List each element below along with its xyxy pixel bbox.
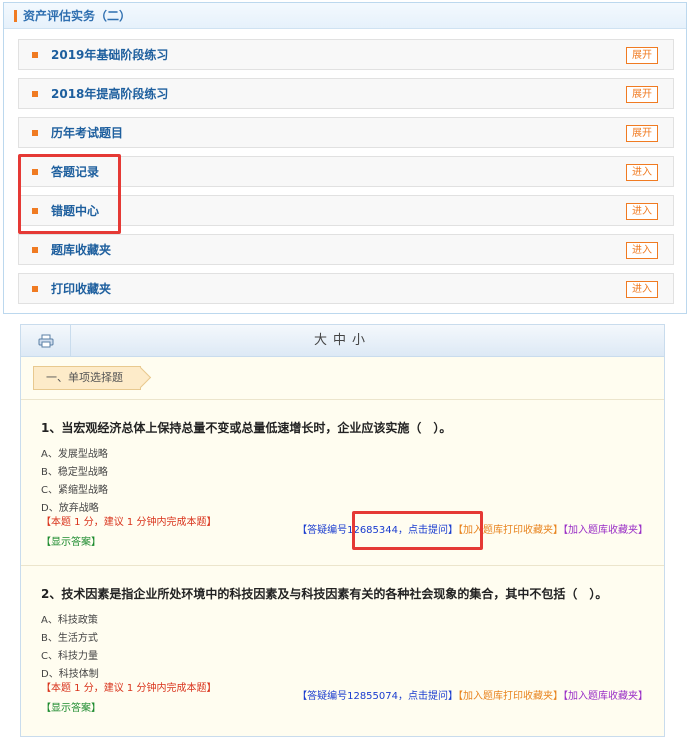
score-hint: 【本题 1 分，建议 1 分钟内完成本题】 xyxy=(41,683,217,694)
add-print-favorites-link[interactable]: 【加入题库打印收藏夹】 xyxy=(458,691,563,702)
divider xyxy=(21,399,664,400)
bullet-icon xyxy=(32,90,38,97)
add-favorites-link[interactable]: 【加入题库收藏夹】 xyxy=(563,691,648,702)
highlight-box xyxy=(352,511,483,550)
option-c: C、紧缩型战略 xyxy=(41,485,108,496)
print-button[interactable] xyxy=(21,325,71,356)
menu-row-label[interactable]: 题库收藏夹 xyxy=(51,241,111,258)
menu-row-basic-practice[interactable]: 2019年基础阶段练习 展开 xyxy=(18,39,674,70)
highlight-box xyxy=(18,154,121,234)
font-medium-button[interactable]: 中 xyxy=(333,333,352,348)
show-answer-link[interactable]: 【显示答案】 xyxy=(41,533,101,548)
menu-row-label[interactable]: 2018年提高阶段练习 xyxy=(51,85,168,102)
option-d: D、放弃战略 xyxy=(41,503,99,514)
header-accent-bar xyxy=(14,9,17,22)
option-b: B、生活方式 xyxy=(41,633,98,644)
menu-row-label[interactable]: 历年考试题目 xyxy=(51,124,123,141)
option-a: A、发展型战略 xyxy=(41,449,108,460)
expand-button[interactable]: 展开 xyxy=(626,86,658,103)
font-size-switcher: 大中小 xyxy=(21,325,664,356)
menu-row-past-exams[interactable]: 历年考试题目 展开 xyxy=(18,117,674,148)
menu-row-label[interactable]: 打印收藏夹 xyxy=(51,280,111,297)
menu-row-print-favorites[interactable]: 打印收藏夹 进入 xyxy=(18,273,674,304)
add-favorites-link[interactable]: 【加入题库收藏夹】 xyxy=(563,525,648,536)
menu-row-advanced-practice[interactable]: 2018年提高阶段练习 展开 xyxy=(18,78,674,109)
question-title: 1、当宏观经济总体上保持总量不变或总量低速增长时，企业应该实施（ ）。 xyxy=(41,421,452,435)
font-small-button[interactable]: 小 xyxy=(352,333,371,348)
course-panel: 资产评估实务（二） 2019年基础阶段练习 展开 2018年提高阶段练习 展开 … xyxy=(3,2,687,314)
option-d: D、科技体制 xyxy=(41,669,99,680)
section-tag: 一、单项选择题 xyxy=(33,366,141,390)
option-c: C、科技力量 xyxy=(41,651,98,662)
menu-row-label[interactable]: 2019年基础阶段练习 xyxy=(51,46,168,63)
bullet-icon xyxy=(32,129,38,136)
bullet-icon xyxy=(32,285,38,292)
menu-row-question-favorites[interactable]: 题库收藏夹 进入 xyxy=(18,234,674,265)
option-a: A、科技政策 xyxy=(41,615,98,626)
enter-button[interactable]: 进入 xyxy=(626,164,658,181)
bullet-icon xyxy=(32,246,38,253)
question-toolbar: 大中小 xyxy=(21,325,664,357)
score-hint: 【本题 1 分，建议 1 分钟内完成本题】 xyxy=(41,517,217,528)
divider xyxy=(21,565,664,566)
enter-button[interactable]: 进入 xyxy=(626,281,658,298)
question-item: 2、技术因素是指企业所处环境中的科技因素及与科技因素有关的各种社会现象的集合，其… xyxy=(41,585,656,735)
expand-button[interactable]: 展开 xyxy=(626,125,658,142)
printer-icon xyxy=(38,334,53,347)
show-answer-link[interactable]: 【显示答案】 xyxy=(41,699,101,714)
panel-header: 资产评估实务（二） xyxy=(4,3,686,29)
question-area: 大中小 一、单项选择题 1、当宏观经济总体上保持总量不变或总量低速增长时，企业应… xyxy=(20,324,665,737)
ask-question-link[interactable]: 【答疑编号12855074，点击提问】 xyxy=(297,691,458,702)
bullet-icon xyxy=(32,51,38,58)
question-actions: 【答疑编号12855074，点击提问】【加入题库打印收藏夹】【加入题库收藏夹】 xyxy=(297,687,648,702)
enter-button[interactable]: 进入 xyxy=(626,242,658,259)
panel-title: 资产评估实务（二） xyxy=(23,9,132,23)
option-b: B、稳定型战略 xyxy=(41,467,108,478)
enter-button[interactable]: 进入 xyxy=(626,203,658,220)
font-large-button[interactable]: 大 xyxy=(314,333,333,348)
question-item: 1、当宏观经济总体上保持总量不变或总量低速增长时，企业应该实施（ ）。 A、发展… xyxy=(41,419,656,569)
question-title: 2、技术因素是指企业所处环境中的科技因素及与科技因素有关的各种社会现象的集合，其… xyxy=(41,587,608,601)
expand-button[interactable]: 展开 xyxy=(626,47,658,64)
